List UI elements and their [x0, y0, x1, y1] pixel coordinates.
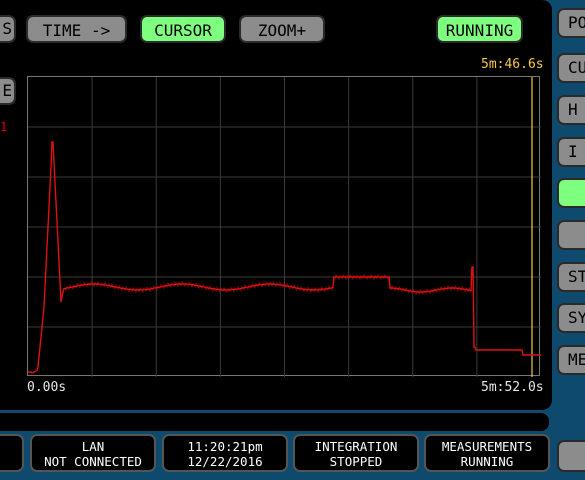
plot-grid [28, 77, 541, 377]
measurements-title: MEASUREMENTS [441, 439, 533, 454]
clock-date: 12/22/2016 [187, 454, 263, 469]
integration-status: INTEGRATION STOPPED [293, 434, 419, 472]
cursor-button[interactable]: CURSOR [140, 15, 226, 43]
measurements-status: MEASUREMENTS RUNNING [424, 434, 550, 472]
integration-value: STOPPED [329, 454, 383, 469]
horizontal-scrollbar[interactable] [0, 413, 549, 431]
side-button-4[interactable] [557, 178, 585, 208]
left-panel-button[interactable]: E [0, 77, 16, 105]
channel-marker: 1 [0, 120, 8, 134]
prev-toolbar-button[interactable]: S [0, 15, 16, 43]
waveform-plot[interactable] [27, 76, 541, 377]
lan-status-title: LAN [81, 439, 105, 454]
side-button-2[interactable]: H [557, 95, 585, 125]
side-button-8[interactable]: ME [557, 345, 585, 375]
side-button-6[interactable]: ST [557, 262, 585, 292]
clock-time: 11:20:21pm [187, 439, 263, 454]
measurements-value: RUNNING [460, 454, 514, 469]
x-axis-end-label: 5m:52.0s [481, 380, 544, 395]
lan-status-value: NOT CONNECTED [44, 454, 142, 469]
zoom-in-button[interactable]: ZOOM+ [239, 15, 325, 43]
side-button-3[interactable]: I [557, 137, 585, 167]
side-button-7[interactable]: SY [557, 303, 585, 333]
cursor-time-readout: 5m:46.6s [481, 57, 544, 72]
integration-title: INTEGRATION [314, 439, 398, 454]
running-button[interactable]: RUNNING [436, 15, 523, 43]
clock-status: 11:20:21pm 12/22/2016 [162, 434, 288, 472]
side-button-1[interactable]: CU [557, 53, 585, 83]
x-axis-start-label: 0.00s [27, 380, 67, 395]
side-button-0[interactable]: PO [557, 8, 585, 38]
side-bottom-button[interactable] [557, 440, 585, 472]
lan-status: LAN NOT CONNECTED [30, 434, 156, 472]
waveform-svg [28, 77, 541, 377]
status-stub [0, 434, 24, 472]
side-button-5[interactable] [557, 220, 585, 250]
time-button[interactable]: TIME -> [26, 15, 127, 43]
